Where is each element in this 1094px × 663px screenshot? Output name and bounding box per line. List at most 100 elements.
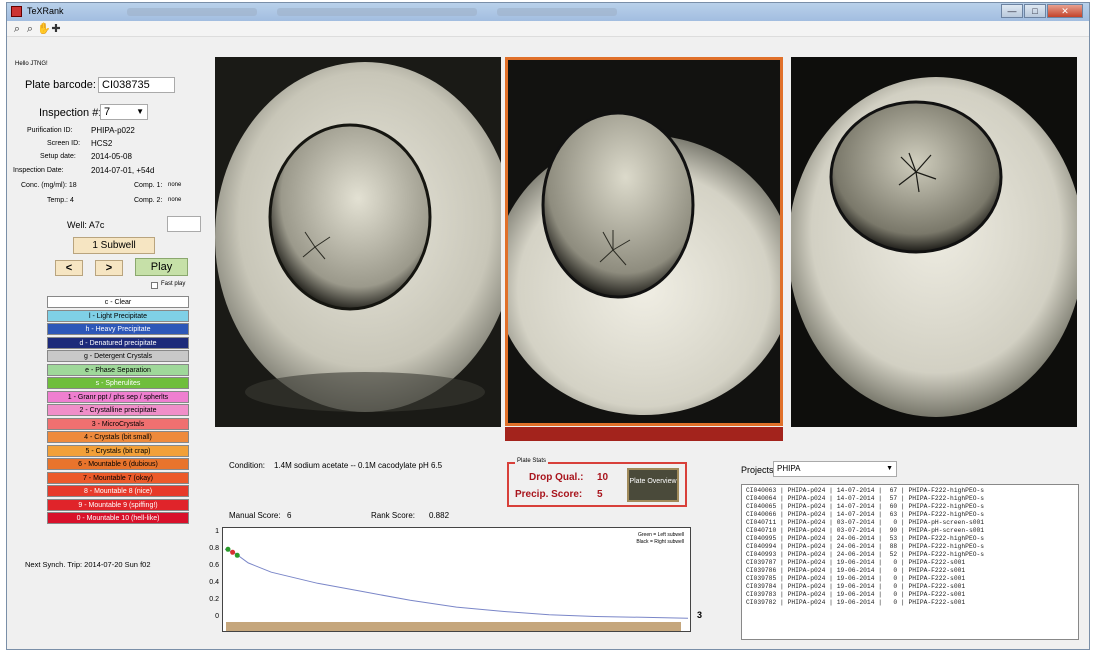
rank-score-plot[interactable]: Green = Left subwell Black = Right subwe… (222, 527, 691, 632)
window-controls: — □ ✕ (1001, 4, 1083, 18)
drop-image-right[interactable] (791, 57, 1077, 427)
close-button[interactable]: ✕ (1047, 4, 1083, 18)
score-button[interactable]: 1 - Granr ppt / phs sep / spherlts (47, 390, 189, 403)
plate-stats-panel: Plate Stats Drop Qual.: 10 Precip. Score… (507, 458, 687, 507)
score-button[interactable]: s - Spherulites (47, 377, 189, 389)
left-panel: Hello JTNG! Plate barcode: CI038735 Insp… (7, 37, 212, 649)
next-synch-trip: Next Synch. Trip: 2014-07-20 Sun f02 (25, 560, 151, 569)
data-cursor-icon[interactable]: ✚ (50, 23, 62, 35)
maximize-button[interactable]: □ (1024, 4, 1046, 18)
plate-overview-button[interactable]: Plate Overview (627, 468, 679, 502)
drop-qual-label: Drop Qual.: (529, 472, 584, 483)
app-logo-icon (11, 6, 22, 17)
taskbar-blur (497, 8, 617, 16)
comp2-value: none (168, 197, 182, 203)
drop-photo-left (215, 57, 501, 427)
y-tick-label: 0.6 (209, 562, 219, 569)
screen-label: Screen ID: (47, 140, 81, 147)
well-input[interactable] (167, 216, 201, 232)
score-button[interactable]: e - Phase Separation (47, 363, 189, 376)
plate-stats-title: Plate Stats (515, 458, 549, 464)
plate-row[interactable]: CI039785 | PHIPA-p024 | 19-06-2014 | 0 |… (746, 575, 1078, 583)
plate-row[interactable]: CI039787 | PHIPA-p024 | 19-06-2014 | 0 |… (746, 559, 1078, 567)
drop-image-left[interactable] (215, 57, 501, 427)
manual-score-value: 6 (287, 511, 292, 520)
score-button[interactable]: 5 - Crystals (bit crap) (47, 444, 189, 457)
score-button[interactable]: g - Detergent Crystals (47, 350, 189, 362)
score-button[interactable]: h - Heavy Precipitate (47, 323, 189, 335)
setup-label: Setup date: (40, 153, 76, 160)
pan-icon[interactable]: ✋ (37, 23, 51, 35)
plot-legend-left: Green = Left subwell (638, 532, 684, 538)
rank-score-label: Rank Score: (371, 511, 416, 520)
score-button[interactable]: c - Clear (47, 296, 189, 308)
y-tick-label: 0 (215, 613, 219, 620)
plate-row[interactable]: CI040994 | PHIPA-p024 | 24-06-2014 | 88 … (746, 543, 1078, 551)
screen-value: HCS2 (91, 139, 113, 148)
current-drop-marker (230, 549, 236, 555)
plate-row[interactable]: CI040993 | PHIPA-p024 | 24-06-2014 | 52 … (746, 551, 1078, 559)
prev-button[interactable]: < (55, 260, 83, 276)
plate-row[interactable]: CI040063 | PHIPA-p024 | 14-07-2014 | 67 … (746, 487, 1078, 495)
chevron-down-icon: ▼ (886, 465, 893, 472)
greeting-text: Hello JTNG! (15, 61, 48, 67)
condition-value: 1.4M sodium acetate -- 0.1M cacodylate p… (274, 461, 443, 470)
score-button[interactable]: 2 - Crystalline precipitate (47, 404, 189, 416)
y-tick-label: 0.4 (209, 579, 219, 586)
plate-row[interactable]: CI039784 | PHIPA-p024 | 19-06-2014 | 0 |… (746, 583, 1078, 591)
score-button[interactable]: 4 - Crystals (bit small) (47, 431, 189, 443)
plate-row[interactable]: CI040711 | PHIPA-p024 | 03-07-2014 | 0 |… (746, 519, 1078, 527)
plate-row[interactable]: CI039786 | PHIPA-p024 | 19-06-2014 | 0 |… (746, 567, 1078, 575)
projects-label: Projects: (741, 465, 777, 475)
play-button[interactable]: Play (135, 258, 188, 276)
plate-row[interactable]: CI039783 | PHIPA-p024 | 19-06-2014 | 0 |… (746, 591, 1078, 599)
window-title: TeXRank (27, 6, 64, 16)
minimize-button[interactable]: — (1001, 4, 1023, 18)
manual-score-label: Manual Score: (229, 511, 281, 520)
plates-list[interactable]: CI040063 | PHIPA-p024 | 14-07-2014 | 67 … (741, 484, 1079, 640)
plot-scrollbar[interactable] (226, 622, 681, 631)
plate-barcode-input[interactable]: CI038735 (98, 77, 175, 93)
rank-score-chart (224, 546, 689, 631)
drop-photo-right (791, 57, 1077, 427)
subwell-button[interactable]: 1 Subwell (73, 237, 155, 254)
y-tick-label: 0.8 (209, 545, 219, 552)
well-label: Well: A7c (67, 220, 105, 230)
score-button[interactable]: l - Light Precipitate (47, 309, 189, 322)
plate-row[interactable]: CI039782 | PHIPA-p024 | 19-06-2014 | 0 |… (746, 599, 1078, 607)
purification-label: Purification ID: (27, 127, 73, 134)
inspection-date-value: 2014-07-01, +54d (91, 166, 155, 175)
score-button[interactable]: 7 - Mountable 7 (okay) (47, 471, 189, 484)
app-window: TeXRank — □ ✕ ⌕ ⌕ ✋ ✚ Hello JTNG! Plate … (6, 2, 1090, 650)
score-button[interactable]: d - Denatured precipitate (47, 336, 189, 349)
zoom-in-icon[interactable]: ⌕ (11, 23, 23, 35)
drop-photo-center (508, 60, 780, 423)
setup-value: 2014-05-08 (91, 152, 132, 161)
fast-play-checkbox[interactable] (151, 282, 158, 289)
y-tick-label: 1 (215, 528, 219, 535)
score-button[interactable]: 0 - Mountable 10 (hell-like) (47, 512, 189, 524)
inspection-select[interactable]: 7 ▼ (100, 104, 148, 120)
plate-row[interactable]: CI040064 | PHIPA-p024 | 14-07-2014 | 57 … (746, 495, 1078, 503)
score-button[interactable]: 3 - MicroCrystals (47, 417, 189, 430)
plate-row[interactable]: CI040066 | PHIPA-p024 | 14-07-2014 | 63 … (746, 511, 1078, 519)
drop-image-center-selected[interactable] (505, 57, 783, 426)
toolbar: ⌕ ⌕ ✋ ✚ (7, 21, 1089, 37)
score-button[interactable]: 8 - Mountable 8 (nice) (47, 485, 189, 497)
rank-curve (224, 548, 689, 619)
condition-label: Condition: (229, 461, 266, 470)
concentration-label: Conc. (mg/ml): 18 (21, 182, 77, 189)
precip-score-value: 5 (597, 489, 603, 500)
score-button[interactable]: 6 - Mountable 6 (dubious) (47, 458, 189, 470)
title-bar: TeXRank — □ ✕ (7, 3, 1089, 21)
current-drop-marker (225, 546, 231, 552)
plate-row[interactable]: CI040995 | PHIPA-p024 | 24-06-2014 | 53 … (746, 535, 1078, 543)
next-button[interactable]: > (95, 260, 123, 276)
purification-value: PHIPA-p022 (91, 126, 135, 135)
plate-row[interactable]: CI040065 | PHIPA-p024 | 14-07-2014 | 60 … (746, 503, 1078, 511)
zoom-out-icon[interactable]: ⌕ (24, 23, 36, 35)
plate-row[interactable]: CI040710 | PHIPA-p024 | 03-07-2014 | 90 … (746, 527, 1078, 535)
plate-barcode-label: Plate barcode: (25, 79, 96, 91)
projects-select[interactable]: PHIPA ▼ (773, 461, 897, 477)
score-button[interactable]: 9 - Mountable 9 (spiffing!) (47, 498, 189, 511)
